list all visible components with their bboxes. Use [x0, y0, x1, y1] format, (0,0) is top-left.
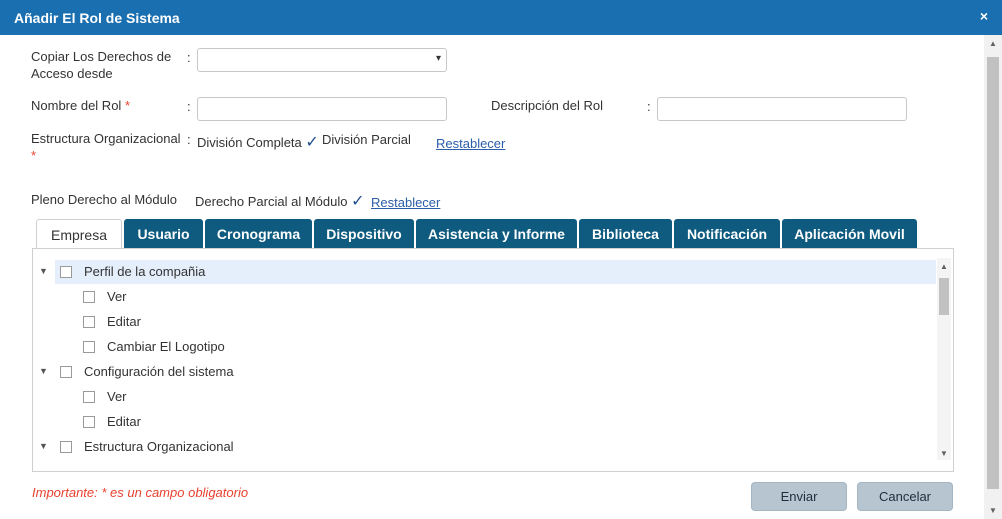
- tab-notificacion[interactable]: Notificación: [674, 219, 780, 249]
- tree-checkbox[interactable]: [60, 266, 72, 278]
- tree-node-label: Configuración del sistema: [84, 364, 234, 379]
- dialog-titlebar: Añadir El Rol de Sistema ×: [0, 0, 1002, 35]
- tree-scrollbar[interactable]: ▲ ▼: [937, 258, 951, 460]
- tree-node-label: Cambiar El Logotipo: [107, 339, 225, 354]
- scroll-up-icon[interactable]: ▲: [986, 39, 1000, 48]
- tab-cronograma[interactable]: Cronograma: [205, 219, 312, 249]
- tree-scrollbar-thumb[interactable]: [939, 278, 949, 315]
- expand-arrow-icon[interactable]: ▼: [39, 366, 48, 376]
- expand-arrow-icon[interactable]: ▼: [39, 441, 48, 451]
- tab-empresa[interactable]: Empresa: [36, 219, 122, 250]
- scroll-up-icon[interactable]: ▲: [937, 262, 951, 271]
- expand-arrow-icon[interactable]: ▼: [39, 266, 48, 276]
- tree-checkbox[interactable]: [83, 291, 95, 303]
- copy-rights-select[interactable]: ▾: [197, 48, 447, 72]
- tree-node-label: Estructura Organizacional: [84, 439, 234, 454]
- dialog-scrollbar[interactable]: ▲ ▼: [984, 35, 1002, 519]
- org-partial-division-option[interactable]: División Parcial: [322, 132, 411, 147]
- tree-checkbox[interactable]: [83, 416, 95, 428]
- tab-aplicacion-movil[interactable]: Aplicación Movil: [782, 219, 917, 249]
- module-partial-rights-option[interactable]: Derecho Parcial al Módulo ✓: [195, 191, 365, 211]
- dialog-scrollbar-thumb[interactable]: [987, 57, 999, 489]
- required-field-note: Importante: * es un campo obligatorio: [32, 485, 249, 500]
- tab-biblioteca[interactable]: Biblioteca: [579, 219, 672, 249]
- tree-node-label: Ver: [107, 389, 127, 404]
- scroll-down-icon[interactable]: ▼: [937, 449, 951, 458]
- close-icon[interactable]: ×: [980, 8, 988, 24]
- tree-checkbox[interactable]: [60, 366, 72, 378]
- description-label: Descripción del Rol: [491, 98, 603, 113]
- org-structure-colon: :: [187, 132, 191, 147]
- checkmark-icon: ✓: [351, 193, 365, 210]
- chevron-down-icon: ▾: [435, 53, 441, 64]
- tree-checkbox[interactable]: [83, 316, 95, 328]
- description-colon: :: [647, 99, 651, 114]
- org-structure-label: Estructura Organizacional *: [31, 131, 181, 163]
- tab-usuario[interactable]: Usuario: [124, 219, 203, 249]
- tab-asistencia-informe[interactable]: Asistencia y Informe: [416, 219, 577, 249]
- module-reset-link[interactable]: Restablecer: [371, 195, 440, 210]
- copy-rights-colon: :: [187, 50, 191, 65]
- role-name-colon: :: [187, 99, 191, 114]
- checkmark-icon: ✓: [305, 134, 319, 151]
- submit-button[interactable]: Enviar: [751, 482, 847, 511]
- tree-checkbox[interactable]: [83, 391, 95, 403]
- description-input[interactable]: [657, 97, 907, 121]
- tree-node-label: Perfil de la compañia: [84, 264, 206, 279]
- role-name-input[interactable]: [197, 97, 447, 121]
- tree-node-label: Editar: [107, 314, 141, 329]
- required-mark: *: [31, 148, 37, 163]
- module-full-rights-option[interactable]: Pleno Derecho al Módulo: [31, 192, 177, 207]
- tree-checkbox[interactable]: [83, 341, 95, 353]
- copy-rights-label: Copiar Los Derechos de Acceso desde: [31, 49, 172, 81]
- role-name-label: Nombre del Rol *: [31, 98, 131, 113]
- tree-node-label: Ver: [107, 289, 127, 304]
- org-reset-link[interactable]: Restablecer: [436, 136, 505, 151]
- required-mark: *: [124, 98, 131, 113]
- cancel-button[interactable]: Cancelar: [857, 482, 953, 511]
- tree-checkbox[interactable]: [60, 441, 72, 453]
- tree-node-label: Editar: [107, 414, 141, 429]
- tab-dispositivo[interactable]: Dispositivo: [314, 219, 414, 249]
- org-full-division-option[interactable]: División Completa ✓: [197, 132, 319, 152]
- scroll-down-icon[interactable]: ▼: [986, 506, 1000, 515]
- dialog-title: Añadir El Rol de Sistema: [14, 10, 180, 26]
